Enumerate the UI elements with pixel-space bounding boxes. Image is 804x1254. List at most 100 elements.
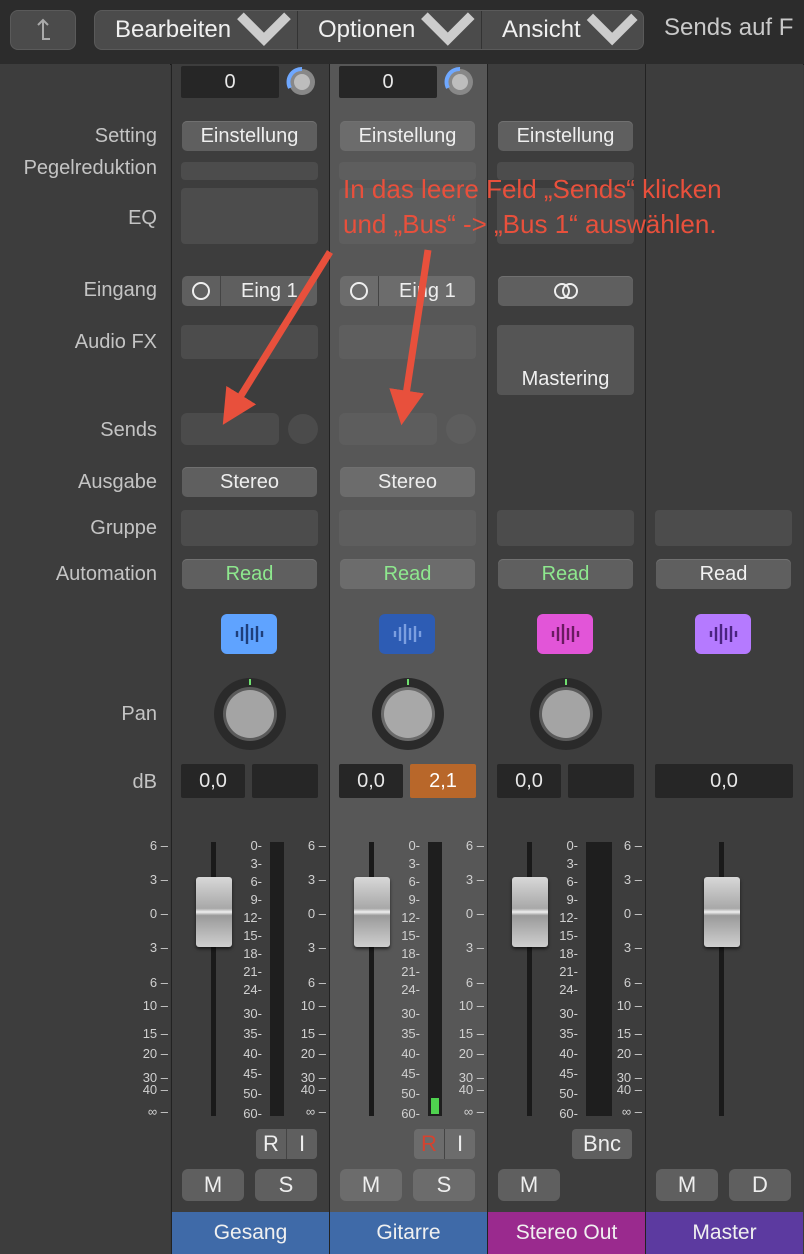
toolbar: Bearbeiten Optionen Ansicht Sends auf F <box>0 0 804 65</box>
fader-scale-tick: 15 – <box>458 1026 484 1041</box>
edit-menu[interactable]: Bearbeiten <box>95 11 297 49</box>
meter-scale-tick: 45- <box>243 1066 262 1081</box>
volume-fader[interactable] <box>704 877 740 947</box>
label-automation: Automation <box>55 563 157 585</box>
setting-button[interactable]: Einstellung <box>498 121 633 151</box>
meter-scale-tick: 15- <box>401 928 420 943</box>
waveform-icon[interactable] <box>695 614 751 654</box>
mute-button[interactable]: M <box>182 1169 244 1201</box>
view-menu[interactable]: Ansicht <box>482 11 643 49</box>
send-level-knob[interactable] <box>446 414 476 444</box>
label-output: Ausgabe <box>78 471 157 493</box>
mono-icon <box>350 282 368 300</box>
group-slot[interactable] <box>339 510 476 546</box>
input-slot[interactable]: Eing 1 <box>182 276 317 306</box>
fader-scale-tick: 0 – <box>465 906 484 921</box>
sends-on-fader-button[interactable]: Sends auf F <box>664 14 793 42</box>
meter-scale-tick: 12- <box>401 910 420 925</box>
top-value-display[interactable]: 0 <box>181 66 279 98</box>
eq-display[interactable] <box>181 188 318 244</box>
meter-scale-tick: 0- <box>250 838 262 853</box>
input-gain-knob[interactable] <box>286 66 318 98</box>
label-audio-fx: Audio FX <box>74 331 157 353</box>
input-monitor-button[interactable]: I <box>286 1129 317 1159</box>
mute-button[interactable]: M <box>498 1169 560 1201</box>
mono-icon <box>192 282 210 300</box>
automation-mode-button[interactable]: Read <box>340 559 475 589</box>
solo-button[interactable]: S <box>255 1169 317 1201</box>
solo-button[interactable]: S <box>413 1169 475 1201</box>
track-name[interactable]: Gitarre <box>330 1212 487 1254</box>
input-monitor-button[interactable]: I <box>444 1129 475 1159</box>
record-enable-button[interactable]: R <box>414 1129 444 1159</box>
group-slot[interactable] <box>655 510 792 546</box>
annotation-line-1: In das leere Feld „Sends“ klicken <box>343 174 722 204</box>
dim-button[interactable]: D <box>729 1169 791 1201</box>
automation-mode-button[interactable]: Read <box>182 559 317 589</box>
input-slot[interactable] <box>498 276 633 306</box>
meter-scale: 0- 3- 6- 9- 12- 15- 18- 21- 24- 30- 35- 40- 45- 50- 60… <box>230 838 262 1121</box>
bounce-button[interactable]: Bnc <box>572 1129 632 1159</box>
audio-fx-slot[interactable]: Mastering <box>497 325 634 395</box>
meter-scale-tick: 3- <box>566 856 578 871</box>
input-slot[interactable]: Eing 1 <box>340 276 475 306</box>
fader-scale-tick: 20 – <box>142 1046 168 1061</box>
setting-button[interactable]: Einstellung <box>340 121 475 151</box>
label-sends: Sends <box>100 419 157 441</box>
volume-display[interactable]: 0,0 <box>339 764 403 798</box>
waveform-icon[interactable] <box>537 614 593 654</box>
output-slot[interactable]: Stereo <box>340 467 475 497</box>
volume-fader[interactable] <box>512 877 548 947</box>
track-name[interactable]: Master <box>646 1212 803 1254</box>
input-label: Eing 1 <box>241 279 298 302</box>
options-menu[interactable]: Optionen <box>298 11 481 49</box>
fader-scale-tick: 3 – <box>149 940 168 955</box>
volume-display[interactable]: 0,0 <box>497 764 561 798</box>
mute-button[interactable]: M <box>656 1169 718 1201</box>
group-slot[interactable] <box>497 510 634 546</box>
peak-display[interactable] <box>252 764 318 798</box>
volume-display[interactable]: 0,0 <box>655 764 793 798</box>
fader-scale-tick: 6 – <box>465 975 484 990</box>
audio-fx-plugin[interactable]: Mastering <box>497 368 634 391</box>
back-button[interactable] <box>10 10 76 50</box>
fader-scale-tick: 3 – <box>623 872 642 887</box>
volume-display[interactable]: 0,0 <box>181 764 245 798</box>
top-value-display[interactable]: 0 <box>339 66 437 98</box>
label-db: dB <box>132 771 157 793</box>
fader-scale-tick: 10 – <box>300 998 326 1013</box>
input-gain-knob[interactable] <box>444 66 476 98</box>
send-slot[interactable] <box>181 413 279 445</box>
meter-scale-tick: 45- <box>401 1066 420 1081</box>
waveform-icon[interactable] <box>379 614 435 654</box>
group-slot[interactable] <box>181 510 318 546</box>
send-slot[interactable] <box>339 413 437 445</box>
meter-scale-tick: 0- <box>408 838 420 853</box>
peak-display[interactable] <box>568 764 634 798</box>
automation-mode-button[interactable]: Read <box>656 559 791 589</box>
volume-fader[interactable] <box>354 877 390 947</box>
peak-display[interactable]: 2,1 <box>410 764 476 798</box>
fader-scale-tick: ∞ – <box>463 1104 484 1119</box>
meter-scale-tick: 24- <box>243 982 262 997</box>
audio-fx-slot[interactable] <box>339 325 476 359</box>
volume-fader[interactable] <box>196 877 232 947</box>
mute-button[interactable]: M <box>340 1169 402 1201</box>
fader-scale: 6 –3 –0 –3 –6 –10 –15 –20 –30 –40 – ∞ – <box>290 838 326 1119</box>
meter-scale-tick: 30- <box>559 1006 578 1021</box>
setting-button[interactable]: Einstellung <box>182 121 317 151</box>
record-enable-button[interactable]: R <box>256 1129 286 1159</box>
meter-scale-tick: 6- <box>408 874 420 889</box>
track-name[interactable]: Gesang <box>172 1212 329 1254</box>
pan-knob[interactable] <box>528 676 604 752</box>
audio-fx-slot[interactable] <box>181 325 318 359</box>
label-setting: Setting <box>94 125 157 147</box>
pan-knob[interactable] <box>370 676 446 752</box>
output-slot[interactable]: Stereo <box>182 467 317 497</box>
fader-scale-tick: 3 – <box>623 940 642 955</box>
send-level-knob[interactable] <box>288 414 318 444</box>
pan-knob[interactable] <box>212 676 288 752</box>
waveform-icon[interactable] <box>221 614 277 654</box>
automation-mode-button[interactable]: Read <box>498 559 633 589</box>
track-name[interactable]: Stereo Out <box>488 1212 645 1254</box>
